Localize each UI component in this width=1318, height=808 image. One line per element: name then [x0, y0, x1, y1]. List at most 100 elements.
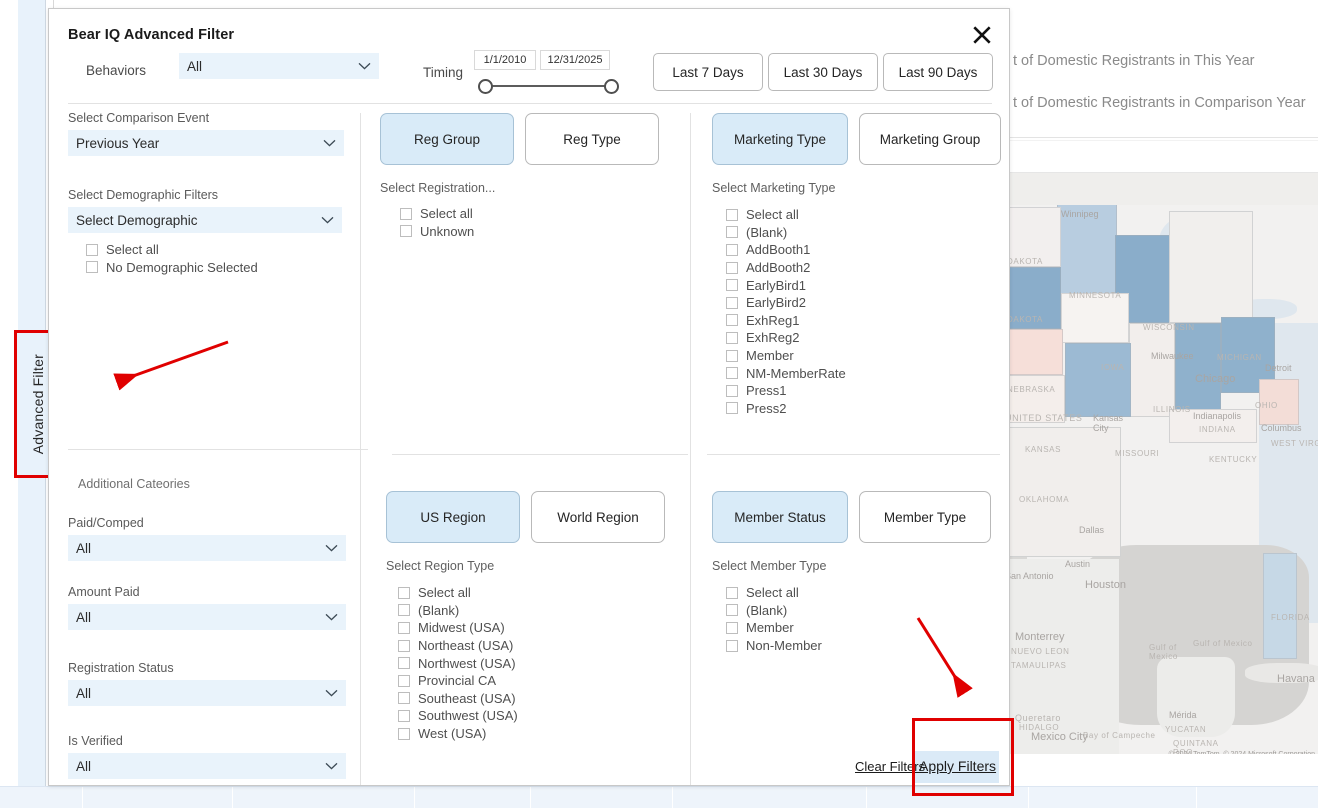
- checkbox-row[interactable]: (Blank): [726, 224, 1012, 242]
- timing-slider[interactable]: 1/1/2010 12/31/2025: [474, 50, 644, 96]
- checkbox-icon[interactable]: [726, 385, 738, 397]
- checkbox-icon[interactable]: [398, 622, 410, 634]
- registrant-map[interactable]: Winnipeg DAKOTA DAKOTA MINNESOTA WISCONS…: [1009, 172, 1318, 780]
- marketing-group-label: Select Marketing Type: [712, 181, 1012, 195]
- comparison-event-select[interactable]: Previous Year: [68, 130, 344, 156]
- checkbox-icon[interactable]: [726, 640, 738, 652]
- checkbox-icon[interactable]: [400, 225, 412, 237]
- checkbox-icon[interactable]: [726, 279, 738, 291]
- checkbox-icon[interactable]: [726, 297, 738, 309]
- checkbox-icon[interactable]: [726, 604, 738, 616]
- paid-comped-select[interactable]: All: [68, 535, 346, 561]
- checkbox-row[interactable]: Southwest (USA): [398, 707, 686, 725]
- checkbox-icon[interactable]: [726, 367, 738, 379]
- checkbox-icon[interactable]: [726, 332, 738, 344]
- checkbox-row[interactable]: Press1: [726, 382, 1012, 400]
- map-label-gulf-of-mexico-2: Gulf of Mexico: [1193, 639, 1253, 648]
- map-label-minnesota: MINNESOTA: [1069, 291, 1121, 300]
- last-30-days-button[interactable]: Last 30 Days: [768, 53, 878, 91]
- registration-status-select[interactable]: All: [68, 680, 346, 706]
- checkbox-icon[interactable]: [398, 728, 410, 740]
- checkbox-icon[interactable]: [726, 209, 738, 221]
- timing-slider-track[interactable]: [485, 85, 612, 87]
- checkbox-icon[interactable]: [86, 261, 98, 273]
- checkbox-row[interactable]: Provincial CA: [398, 672, 686, 690]
- checkbox-row[interactable]: Unknown: [400, 223, 680, 241]
- region-tab-group: US Region World Region: [386, 491, 686, 543]
- checkbox-icon[interactable]: [726, 262, 738, 274]
- checkbox-icon[interactable]: [398, 675, 410, 687]
- checkbox-row[interactable]: Member: [726, 347, 1012, 365]
- checkbox-row[interactable]: Select all: [400, 205, 680, 223]
- checkbox-icon[interactable]: [398, 587, 410, 599]
- amount-paid-select[interactable]: All: [68, 604, 346, 630]
- checkbox-icon[interactable]: [398, 657, 410, 669]
- checkbox-icon[interactable]: [398, 692, 410, 704]
- checkbox-icon[interactable]: [398, 604, 410, 616]
- checkbox-row[interactable]: Press2: [726, 400, 1012, 418]
- map-label-monterrey: Monterrey: [1015, 631, 1065, 643]
- checkbox-icon[interactable]: [726, 226, 738, 238]
- checkbox-icon[interactable]: [726, 622, 738, 634]
- checkbox-row[interactable]: Select all: [726, 584, 1012, 602]
- tab-reg-group[interactable]: Reg Group: [380, 113, 514, 165]
- checkbox-icon[interactable]: [726, 587, 738, 599]
- close-icon[interactable]: [969, 22, 995, 48]
- checkbox-row[interactable]: AddBooth2: [726, 259, 1012, 277]
- checkbox-row[interactable]: EarlyBird2: [726, 294, 1012, 312]
- map-label-michigan: MICHIGAN: [1217, 353, 1262, 362]
- registration-region-divider: [392, 454, 688, 455]
- date-end-field[interactable]: 12/31/2025: [540, 50, 610, 70]
- checkbox-icon[interactable]: [726, 402, 738, 414]
- checkbox-icon[interactable]: [398, 710, 410, 722]
- checkbox-icon[interactable]: [86, 244, 98, 256]
- checkbox-icon[interactable]: [398, 640, 410, 652]
- tab-world-region[interactable]: World Region: [531, 491, 665, 543]
- is-verified-label: Is Verified: [68, 734, 354, 748]
- date-start-field[interactable]: 1/1/2010: [474, 50, 536, 70]
- checkbox-row[interactable]: (Blank): [398, 602, 686, 620]
- tab-us-region[interactable]: US Region: [386, 491, 520, 543]
- checkbox-row[interactable]: Select all: [398, 584, 686, 602]
- checkbox-row[interactable]: Northwest (USA): [398, 654, 686, 672]
- timing-slider-knob-start[interactable]: [478, 79, 493, 94]
- checkbox-row[interactable]: Midwest (USA): [398, 619, 686, 637]
- tab-marketing-type[interactable]: Marketing Type: [712, 113, 848, 165]
- checkbox-row[interactable]: No Demographic Selected: [86, 259, 368, 277]
- checkbox-row[interactable]: Northeast (USA): [398, 637, 686, 655]
- checkbox-row[interactable]: AddBooth1: [726, 241, 1012, 259]
- checkbox-row[interactable]: EarlyBird1: [726, 276, 1012, 294]
- map-label-havana: Havana: [1277, 673, 1315, 685]
- timing-slider-knob-end[interactable]: [604, 79, 619, 94]
- checkbox-row[interactable]: Select all: [726, 206, 1012, 224]
- checkbox-row[interactable]: West (USA): [398, 725, 686, 743]
- checkbox-icon[interactable]: [726, 350, 738, 362]
- apply-filters-link[interactable]: Apply Filters: [919, 758, 996, 774]
- checkbox-icon[interactable]: [726, 244, 738, 256]
- checkbox-row[interactable]: ExhReg1: [726, 312, 1012, 330]
- tab-member-status[interactable]: Member Status: [712, 491, 848, 543]
- checkbox-icon[interactable]: [726, 314, 738, 326]
- tab-member-type[interactable]: Member Type: [859, 491, 991, 543]
- last-90-days-button[interactable]: Last 90 Days: [883, 53, 993, 91]
- checkbox-row[interactable]: NM-MemberRate: [726, 364, 1012, 382]
- checkbox-row[interactable]: ExhReg2: [726, 329, 1012, 347]
- is-verified-select[interactable]: All: [68, 753, 346, 779]
- clear-filters-link[interactable]: Clear Filters: [855, 759, 925, 774]
- checkbox-label: Non-Member: [746, 638, 822, 653]
- checkbox-row[interactable]: Non-Member: [726, 637, 1012, 655]
- tab-marketing-group[interactable]: Marketing Group: [859, 113, 1001, 165]
- checkbox-icon[interactable]: [400, 208, 412, 220]
- checkbox-row[interactable]: (Blank): [726, 602, 1012, 620]
- map-label-indianapolis: Indianapolis: [1193, 411, 1241, 421]
- checkbox-label: AddBooth2: [746, 260, 810, 275]
- checkbox-row[interactable]: Southeast (USA): [398, 690, 686, 708]
- checkbox-row[interactable]: Member: [726, 619, 1012, 637]
- demographic-select[interactable]: Select Demographic: [68, 207, 342, 233]
- tab-reg-type[interactable]: Reg Type: [525, 113, 659, 165]
- behaviors-select[interactable]: All: [179, 53, 379, 79]
- demographic-select-value: Select Demographic: [76, 213, 321, 228]
- map-land-canada: [1009, 172, 1318, 205]
- last-7-days-button[interactable]: Last 7 Days: [653, 53, 763, 91]
- checkbox-row[interactable]: Select all: [86, 241, 368, 259]
